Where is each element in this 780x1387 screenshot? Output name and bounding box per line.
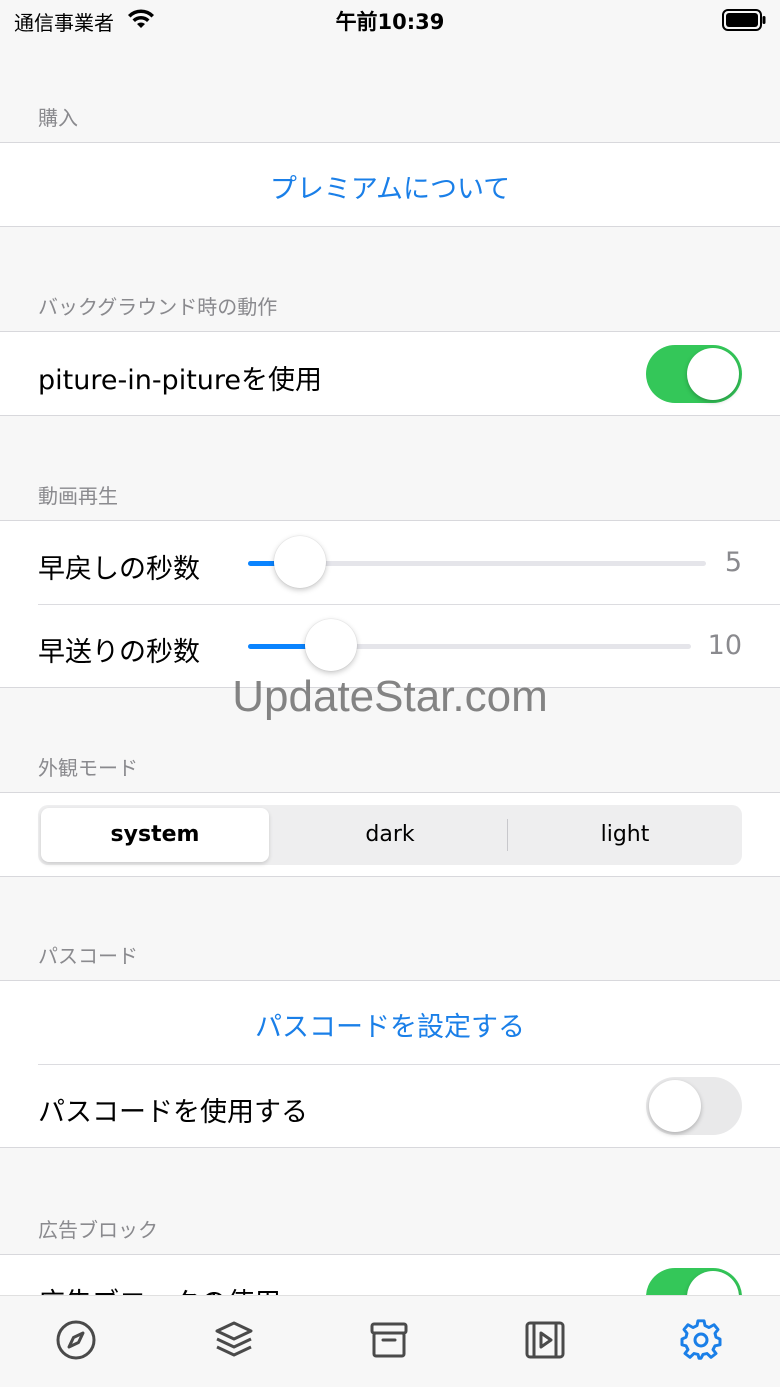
- toggle-knob: [687, 348, 739, 400]
- pip-row: piture-in-pitureを使用: [0, 332, 780, 415]
- forward-value: 10: [707, 630, 742, 661]
- appearance-segmented-control[interactable]: system dark light: [38, 805, 742, 865]
- layers-icon: [212, 1321, 256, 1366]
- rewind-slider-thumb[interactable]: [274, 536, 326, 588]
- tab-layers[interactable]: [212, 1318, 256, 1362]
- appearance-row: system dark light: [0, 793, 780, 876]
- adblock-toggle[interactable]: [646, 1268, 742, 1295]
- group-background: piture-in-pitureを使用: [0, 331, 780, 416]
- segment-dark[interactable]: dark: [276, 808, 504, 862]
- adblock-label: 広告ブロックの使用: [38, 1281, 281, 1295]
- use-passcode-row: パスコードを使用する: [0, 1064, 780, 1147]
- use-passcode-toggle[interactable]: [646, 1077, 742, 1135]
- video-icon: [523, 1321, 567, 1366]
- tab-compass[interactable]: [54, 1318, 98, 1362]
- premium-link[interactable]: プレミアムについて: [0, 167, 780, 206]
- tab-settings[interactable]: [679, 1318, 723, 1362]
- tab-video[interactable]: [523, 1318, 567, 1362]
- pip-toggle[interactable]: [646, 345, 742, 403]
- segment-light[interactable]: light: [511, 808, 739, 862]
- set-passcode-row[interactable]: パスコードを設定する: [0, 981, 780, 1064]
- forward-label: 早送りの秒数: [38, 637, 200, 668]
- watermark: UpdateStar.com: [232, 672, 548, 721]
- section-header-appearance: 外観モード: [38, 756, 138, 780]
- section-header-background: バックグラウンド時の動作: [38, 295, 278, 319]
- archive-icon: [367, 1322, 411, 1366]
- group-appearance: system dark light: [0, 792, 780, 877]
- section-header-passcode: パスコード: [38, 944, 138, 968]
- gear-icon: [679, 1319, 723, 1366]
- group-playback: 早戻しの秒数 5 早送りの秒数 10: [0, 520, 780, 688]
- group-adblock: 広告ブロックの使用: [0, 1254, 780, 1295]
- rewind-value: 5: [724, 547, 742, 578]
- adblock-row: 広告ブロックの使用: [0, 1255, 780, 1295]
- settings-list[interactable]: 購入 プレミアムについて バックグラウンド時の動作 piture-in-pitu…: [0, 40, 780, 1295]
- rewind-label: 早戻しの秒数: [38, 554, 200, 585]
- segment-system[interactable]: system: [41, 808, 269, 862]
- forward-slider-thumb[interactable]: [305, 619, 357, 671]
- segment-divider: [507, 819, 508, 851]
- battery-icon: [722, 9, 766, 35]
- group-purchase: プレミアムについて: [0, 142, 780, 227]
- section-header-playback: 動画再生: [38, 484, 118, 508]
- tab-bar: [0, 1295, 780, 1387]
- pip-label: piture-in-pitureを使用: [38, 365, 323, 396]
- toggle-knob: [687, 1271, 739, 1295]
- use-passcode-label: パスコードを使用する: [38, 1097, 308, 1128]
- toggle-knob: [649, 1080, 701, 1132]
- status-bar: 通信事業者 午前10:39: [0, 0, 780, 40]
- status-time: 午前10:39: [335, 10, 445, 34]
- section-header-purchase: 購入: [38, 106, 78, 130]
- premium-row[interactable]: プレミアムについて: [0, 143, 780, 226]
- compass-icon: [54, 1320, 98, 1366]
- section-header-adblock: 広告ブロック: [38, 1218, 158, 1242]
- tab-archive[interactable]: [367, 1318, 411, 1362]
- rewind-row: 早戻しの秒数 5: [0, 521, 780, 604]
- group-passcode: パスコードを設定する パスコードを使用する: [0, 980, 780, 1148]
- set-passcode-link[interactable]: パスコードを設定する: [0, 1005, 780, 1044]
